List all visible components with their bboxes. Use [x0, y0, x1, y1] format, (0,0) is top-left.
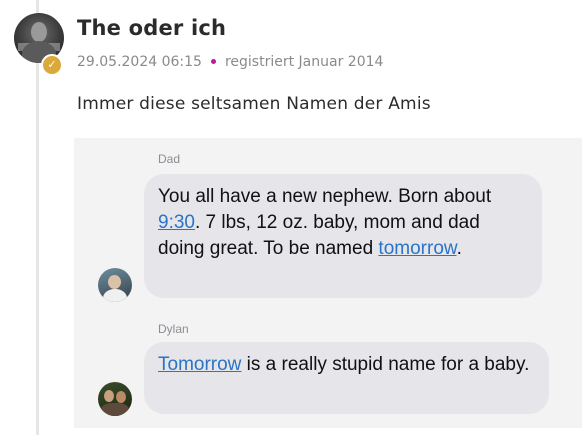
- embedded-screenshot[interactable]: Dad You all have a new nephew. Born abou…: [74, 138, 582, 428]
- date-link[interactable]: tomorrow: [378, 238, 456, 259]
- dot-separator-icon: [210, 58, 216, 64]
- message-bubble-dad: You all have a new nephew. Born about 9:…: [144, 174, 542, 298]
- date-link[interactable]: Tomorrow: [158, 354, 241, 375]
- thread-line: [36, 62, 39, 435]
- message-bubble-dylan: Tomorrow is a really stupid name for a b…: [144, 342, 549, 414]
- registration-info: registriert Januar 2014: [224, 54, 384, 70]
- sender-name-dylan: Dylan: [158, 322, 189, 336]
- post-text: Immer diese seltsamen Namen der Amis: [77, 94, 431, 114]
- post-meta: 29.05.2024 06:15 registriert Januar 2014: [77, 54, 383, 70]
- dad-avatar: [98, 268, 132, 302]
- time-link[interactable]: 9:30: [158, 212, 195, 233]
- post-date: 29.05.2024 06:15: [77, 54, 202, 70]
- forum-post: ✓ The oder ich 29.05.2024 06:15 registrie…: [0, 0, 582, 435]
- dylan-avatar: [98, 382, 132, 416]
- verified-check-icon: ✓: [41, 54, 63, 76]
- thread-line-top: [36, 0, 39, 14]
- sender-name-dad: Dad: [158, 152, 181, 166]
- author-name[interactable]: The oder ich: [77, 16, 226, 40]
